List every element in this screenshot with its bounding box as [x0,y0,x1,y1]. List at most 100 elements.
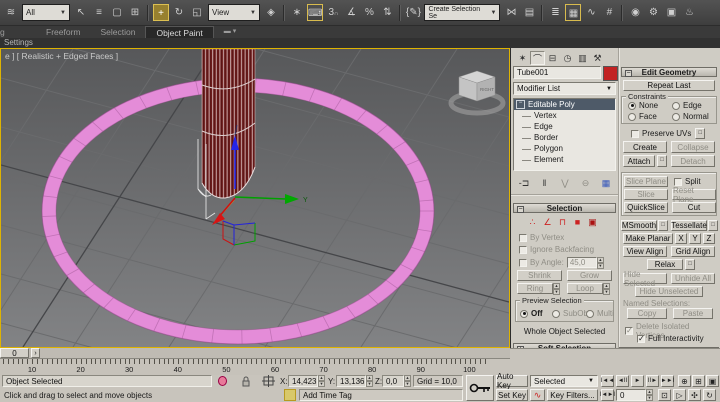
curve-editor-icon[interactable]: ∿ [583,4,599,21]
snap-toggle-3d-icon[interactable]: 3∩ [325,4,341,21]
select-by-name-icon[interactable]: ≡ [91,4,107,21]
play-icon[interactable]: ► [631,375,644,387]
key-mode-toggle-icon[interactable]: I◄►I [601,389,614,401]
utilities-tab-icon[interactable]: ⚒ [590,51,605,65]
constraint-edge-radio[interactable] [672,102,680,110]
material-editor-icon[interactable]: ◉ [627,4,643,21]
stack-item-edge[interactable]: Edge [514,121,615,132]
create-button[interactable]: Create [623,141,667,153]
auto-key-button[interactable]: Auto Key [496,375,528,387]
select-scale-icon[interactable]: ◱ [189,4,205,21]
z-spinner[interactable]: ▲▼ [404,375,411,387]
pin-stack-icon[interactable]: -⊐ [516,175,532,192]
bind-spacewarp-icon[interactable]: ≋ [3,4,19,21]
spinner-snap-icon[interactable]: ⇅ [379,4,395,21]
viewport-label[interactable]: e ] [ Realistic + Edged Faces ] [5,51,118,61]
constraint-none-option[interactable]: None [628,101,658,110]
zoom-extents-icon[interactable]: ▣ [706,375,719,387]
stack-item-element[interactable]: Element [514,154,615,165]
ignore-backfacing-checkbox[interactable] [519,246,527,254]
msmooth-button[interactable]: MSmooth [621,220,657,231]
show-end-result-icon[interactable]: ‖ [537,175,553,192]
next-frame-icon[interactable]: II► [646,375,659,387]
x-coordinate-field[interactable]: 14,423 [288,375,318,387]
detach-button[interactable]: Detach [671,155,715,167]
vertex-mode-icon[interactable]: ∴ [527,217,538,228]
align-icon[interactable]: ▤ [521,4,537,21]
ribbon-toggle-icon[interactable]: ▦ [565,4,581,21]
use-pivot-center-icon[interactable]: ◈ [263,4,279,21]
constraint-none-radio[interactable] [628,102,636,110]
previous-frame-icon[interactable]: ◄II [616,375,629,387]
tab-selection[interactable]: Selection [90,26,145,38]
copy-button[interactable]: Copy [627,308,667,319]
create-tab-icon[interactable]: ✶ [515,51,530,65]
x-spinner[interactable]: ▲▼ [318,375,325,387]
selection-set-dropdown[interactable]: Selected▼ [530,375,598,387]
time-slider-handle[interactable]: 0 [0,348,29,358]
selection-lock-icon[interactable] [240,375,252,387]
constraint-normal-radio[interactable] [672,113,680,121]
by-vertex-checkbox[interactable] [519,234,527,242]
go-to-start-icon[interactable]: I◄◄ [601,375,614,387]
attach-settings-icon[interactable]: □ [657,155,667,167]
msmooth-settings-icon[interactable]: □ [658,220,668,231]
current-frame-field[interactable]: 0 [616,389,646,401]
ref-coord-dropdown[interactable]: View▼ [208,4,260,21]
view-align-button[interactable]: View Align [623,246,667,257]
orbit-icon[interactable]: ↻ [703,389,716,401]
planar-z-button[interactable]: Z [703,233,715,244]
ring-button[interactable]: Ring [517,283,553,294]
constraint-normal-option[interactable]: Normal [672,112,709,121]
split-checkbox[interactable] [674,178,682,186]
quickslice-button[interactable]: QuickSlice [624,202,668,213]
select-manipulate-icon[interactable]: ∗ [289,4,305,21]
selection-filter-dropdown[interactable]: All▼ [22,4,70,21]
y-spinner[interactable]: ▲▼ [366,375,373,387]
motion-tab-icon[interactable]: ◷ [560,51,575,65]
render-setup-icon[interactable]: ⚙ [645,4,661,21]
by-angle-field[interactable]: 45,0 [567,257,597,268]
zoom-icon[interactable]: ⊕ [678,375,691,387]
slice-plane-button[interactable]: Slice Plane [624,176,668,187]
display-tab-icon[interactable]: ▥ [575,51,590,65]
go-to-end-icon[interactable]: ►►I [661,375,674,387]
constraint-edge-option[interactable]: Edge [672,101,702,110]
z-coordinate-field[interactable]: 0,0 [382,375,404,387]
mirror-icon[interactable]: ⋈ [503,4,519,21]
preview-multi-radio[interactable] [586,310,594,318]
reset-plane-button[interactable]: Reset Plane [672,189,716,200]
frame-spinner[interactable]: ▲▼ [646,389,653,401]
modifier-list-dropdown[interactable]: Modifier List▼ [513,82,616,95]
isolate-selection-icon[interactable] [216,375,228,387]
zoom-region-icon[interactable]: ⊡ [658,389,671,401]
rect-selection-region-icon[interactable]: ▢ [109,4,125,21]
by-angle-spinner[interactable]: ▲▼ [597,257,604,268]
preview-off-option[interactable]: Off [520,309,543,318]
preview-off-radio[interactable] [520,310,528,318]
constraint-face-option[interactable]: Face [628,112,657,121]
layer-manager-icon[interactable]: ≣ [547,4,563,21]
grow-button[interactable]: Grow [567,270,612,281]
hide-unselected-button[interactable]: Hide Unselected [635,286,703,297]
relax-button[interactable]: Relax [647,259,683,270]
delete-isolated-checkbox[interactable]: ✓ [625,327,633,335]
planar-y-button[interactable]: Y [689,233,701,244]
zoom-all-icon[interactable]: ⊞ [692,375,705,387]
polygon-mode-icon[interactable]: ■ [572,217,583,228]
edge-mode-icon[interactable]: ∠ [542,217,553,228]
preview-multi-option[interactable]: Multi [586,309,614,318]
collapse-rollout-icon[interactable]: − [625,70,632,77]
loop-spinner[interactable]: ▲▼ [603,283,610,294]
default-tangent-icon[interactable]: ∿ [530,389,545,401]
time-tag-icon[interactable] [284,389,296,401]
select-object-icon[interactable]: ↖ [73,4,89,21]
render-production-icon[interactable]: ♨ [681,4,697,21]
tab-freeform[interactable]: Freeform [36,26,90,38]
add-time-tag-field[interactable]: Add Time Tag [299,389,463,401]
time-slider-track[interactable] [0,348,510,359]
hide-selected-button[interactable]: Hide Selected [623,273,667,284]
set-key-button[interactable]: Set Key [496,389,528,401]
by-angle-checkbox[interactable] [519,259,527,267]
key-filters-button[interactable]: Key Filters... [547,389,598,401]
